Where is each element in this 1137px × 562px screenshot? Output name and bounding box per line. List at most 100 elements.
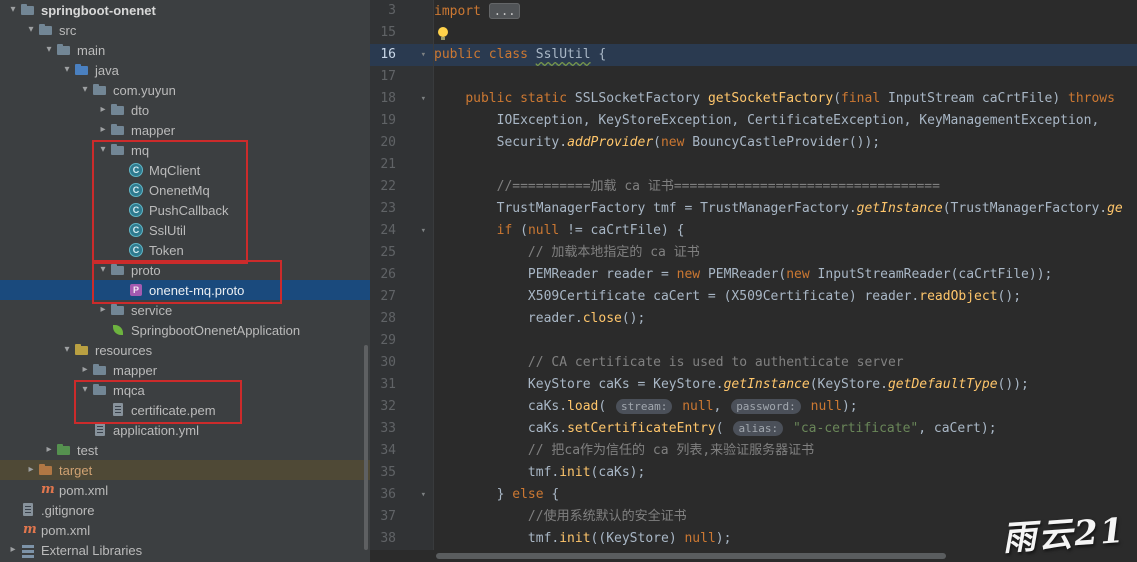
chevron-down-icon[interactable]: ▾	[78, 80, 92, 100]
tree-scrollbar[interactable]	[364, 345, 368, 550]
code-line-25[interactable]: 25 // 加载本地指定的 ca 证书	[370, 242, 1137, 264]
tree-item-com-yuyun[interactable]: ▾ com.yuyun	[0, 80, 370, 100]
line-number[interactable]: 38	[370, 528, 396, 550]
line-number[interactable]: 33	[370, 418, 396, 440]
gutter[interactable]: 18 ▾	[370, 88, 434, 110]
chevron-down-icon[interactable]: ▾	[60, 340, 74, 360]
line-number[interactable]: 19	[370, 110, 396, 132]
code-line-34[interactable]: 34 // 把ca作为信任的 ca 列表,来验证服务器证书	[370, 440, 1137, 462]
tree-item-src[interactable]: ▾ src	[0, 20, 370, 40]
code-line-22[interactable]: 22 //==========加载 ca 证书=================…	[370, 176, 1137, 198]
chevron-down-icon[interactable]: ▾	[24, 20, 38, 40]
code-editor[interactable]: 3 import ... 15 16 ▾ public class SslUtil {17…	[370, 0, 1137, 562]
gutter[interactable]: 19	[370, 110, 434, 132]
code-line-26[interactable]: 26 PEMReader reader = new PEMReader(new …	[370, 264, 1137, 286]
line-number[interactable]: 18	[370, 88, 396, 110]
gutter[interactable]: 17	[370, 66, 434, 88]
code-line-3[interactable]: 3 import ...	[370, 0, 1137, 22]
fold-marker-icon[interactable]: ▾	[396, 88, 433, 110]
gutter[interactable]: 27	[370, 286, 434, 308]
line-number[interactable]: 23	[370, 198, 396, 220]
chevron-right-icon[interactable]: ▸	[78, 360, 92, 380]
line-number[interactable]: 26	[370, 264, 396, 286]
code-line-33[interactable]: 33 caKs.setCertificateEntry( alias: "ca-…	[370, 418, 1137, 440]
fold-marker-icon[interactable]: ▾	[396, 44, 433, 66]
chevron-down-icon[interactable]: ▾	[96, 260, 110, 280]
gutter[interactable]: 29	[370, 330, 434, 352]
gutter[interactable]: 30	[370, 352, 434, 374]
line-number[interactable]: 24	[370, 220, 396, 242]
chevron-down-icon[interactable]: ▾	[96, 140, 110, 160]
gutter[interactable]: 38	[370, 528, 434, 550]
folded-code-badge[interactable]: ...	[488, 3, 521, 19]
gutter[interactable]: 23	[370, 198, 434, 220]
tree-item-springboot-onenet[interactable]: ▾ springboot-onenet	[0, 0, 370, 20]
tree-item-mapper[interactable]: ▸ mapper	[0, 360, 370, 380]
code-line-27[interactable]: 27 X509Certificate caCert = (X509Certifi…	[370, 286, 1137, 308]
code-line-23[interactable]: 23 TrustManagerFactory tmf = TrustManage…	[370, 198, 1137, 220]
line-number[interactable]: 21	[370, 154, 396, 176]
line-number[interactable]: 27	[370, 286, 396, 308]
line-number[interactable]: 36	[370, 484, 396, 506]
tree-item-pom-xml[interactable]: pom.xml	[0, 520, 370, 540]
gutter[interactable]: 28	[370, 308, 434, 330]
tree-item-sslutil[interactable]: SslUtil	[0, 220, 370, 240]
code-line-20[interactable]: 20 Security.addProvider(new BouncyCastle…	[370, 132, 1137, 154]
gutter[interactable]: 16 ▾	[370, 44, 434, 66]
code-line-24[interactable]: 24 ▾ if (null != caCrtFile) {	[370, 220, 1137, 242]
line-number[interactable]: 30	[370, 352, 396, 374]
line-number[interactable]: 16	[370, 44, 396, 66]
fold-marker-icon[interactable]: ▾	[396, 484, 433, 506]
chevron-down-icon[interactable]: ▾	[6, 0, 20, 20]
line-number[interactable]: 29	[370, 330, 396, 352]
tree-item-pom-xml[interactable]: pom.xml	[0, 480, 370, 500]
tree-item-mqclient[interactable]: MqClient	[0, 160, 370, 180]
line-number[interactable]: 28	[370, 308, 396, 330]
code-line-36[interactable]: 36 ▾ } else {	[370, 484, 1137, 506]
tree-item-mqca[interactable]: ▾ mqca	[0, 380, 370, 400]
gutter[interactable]: 31	[370, 374, 434, 396]
gutter[interactable]: 32	[370, 396, 434, 418]
line-number[interactable]: 3	[370, 0, 396, 22]
line-number[interactable]: 34	[370, 440, 396, 462]
editor-hscrollbar-thumb[interactable]	[436, 553, 946, 559]
tree-item-pushcallback[interactable]: PushCallback	[0, 200, 370, 220]
chevron-right-icon[interactable]: ▸	[96, 300, 110, 320]
fold-marker-icon[interactable]: ▾	[396, 220, 433, 242]
chevron-right-icon[interactable]: ▸	[96, 100, 110, 120]
tree-item-main[interactable]: ▾ main	[0, 40, 370, 60]
gutter[interactable]: 34	[370, 440, 434, 462]
code-line-30[interactable]: 30 // CA certificate is used to authenti…	[370, 352, 1137, 374]
tree-item-application-yml[interactable]: application.yml	[0, 420, 370, 440]
line-number[interactable]: 31	[370, 374, 396, 396]
tree-item-resources[interactable]: ▾ resources	[0, 340, 370, 360]
gutter[interactable]: 24 ▾	[370, 220, 434, 242]
tree-item-mq[interactable]: ▾ mq	[0, 140, 370, 160]
chevron-right-icon[interactable]: ▸	[96, 120, 110, 140]
code-line-18[interactable]: 18 ▾ public static SSLSocketFactory getSo…	[370, 88, 1137, 110]
tree-item-token[interactable]: Token	[0, 240, 370, 260]
gutter[interactable]: 37	[370, 506, 434, 528]
code-line-32[interactable]: 32 caKs.load( stream: null, password: nu…	[370, 396, 1137, 418]
line-number[interactable]: 20	[370, 132, 396, 154]
tree-item-service[interactable]: ▸ service	[0, 300, 370, 320]
tree-item-test[interactable]: ▸ test	[0, 440, 370, 460]
intention-bulb-icon[interactable]	[438, 27, 448, 40]
chevron-right-icon[interactable]: ▸	[6, 540, 20, 560]
tree-item-onenet-mq-proto[interactable]: onenet-mq.proto	[0, 280, 370, 300]
tree-item-java[interactable]: ▾ java	[0, 60, 370, 80]
code-line-29[interactable]: 29	[370, 330, 1137, 352]
code-line-28[interactable]: 28 reader.close();	[370, 308, 1137, 330]
code-line-15[interactable]: 15	[370, 22, 1137, 44]
line-number[interactable]: 22	[370, 176, 396, 198]
gutter[interactable]: 26	[370, 264, 434, 286]
chevron-down-icon[interactable]: ▾	[78, 380, 92, 400]
tree-item-certificate-pem[interactable]: certificate.pem	[0, 400, 370, 420]
tree-item-dto[interactable]: ▸ dto	[0, 100, 370, 120]
chevron-right-icon[interactable]: ▸	[24, 460, 38, 480]
gutter[interactable]: 20	[370, 132, 434, 154]
tree-item-external-libraries[interactable]: ▸ External Libraries	[0, 540, 370, 560]
code-line-19[interactable]: 19 IOException, KeyStoreException, Certi…	[370, 110, 1137, 132]
line-number[interactable]: 37	[370, 506, 396, 528]
code-line-17[interactable]: 17	[370, 66, 1137, 88]
